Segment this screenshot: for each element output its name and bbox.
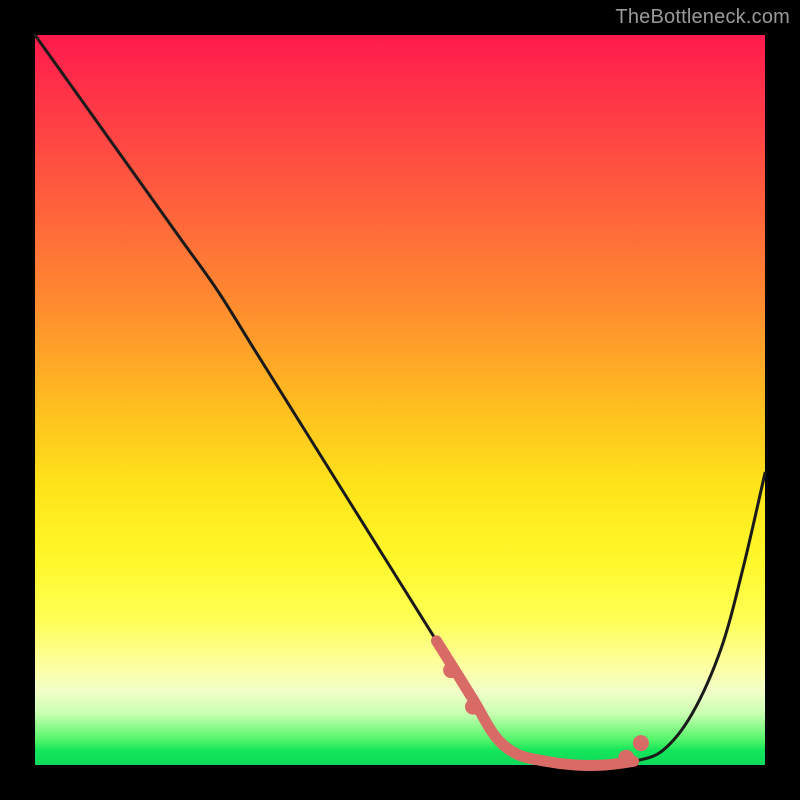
bottleneck-curve-svg (35, 35, 765, 765)
highlight-dot (633, 735, 649, 751)
watermark-text: TheBottleneck.com (615, 6, 790, 29)
highlight-dot (465, 699, 481, 715)
plot-area (35, 35, 765, 765)
highlight-dot (618, 750, 634, 766)
chart-frame: TheBottleneck.com (0, 0, 800, 800)
bottleneck-curve-path (35, 35, 765, 765)
bottleneck-highlight-dots (443, 662, 649, 766)
highlight-dot (443, 662, 459, 678)
